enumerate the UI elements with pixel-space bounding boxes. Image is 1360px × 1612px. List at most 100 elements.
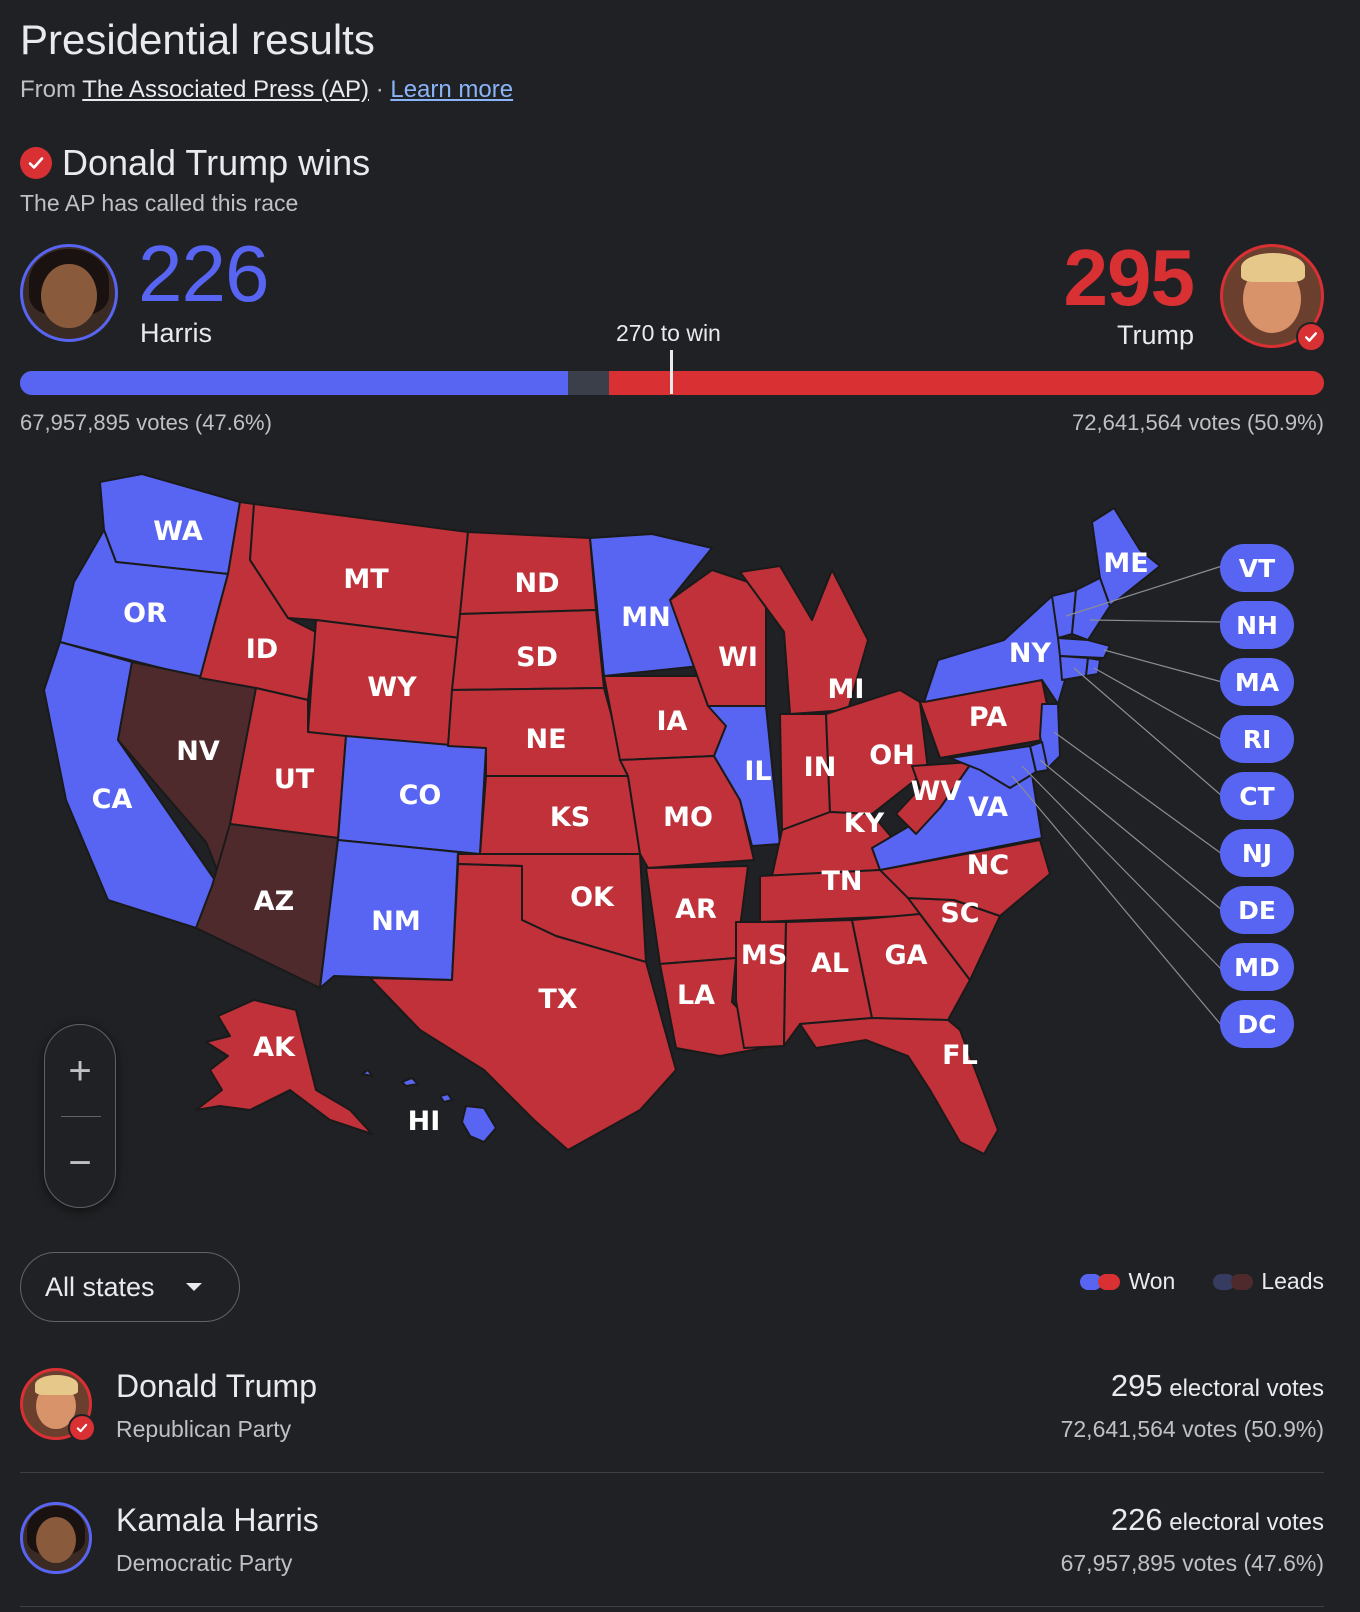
state-AK[interactable] [195,999,373,1135]
harris-popular-vote: 67,957,895 votes (47.6%) [20,410,272,435]
harris-row-popular-vote: 67,957,895 votes (47.6%) [1060,1550,1324,1576]
won-swatch-icon [1080,1273,1121,1290]
label-ID: ID [246,634,278,665]
source-separator: · [375,76,384,103]
svg-text:MD: MD [1234,953,1280,982]
electoral-map[interactable]: WA OR CA NV ID MT WY UT AZ CO NM ND SD N… [0,470,1360,1210]
state-NH[interactable] [1071,577,1111,641]
harris-electoral-votes: 226 [138,229,269,318]
leads-swatch-icon [1213,1273,1254,1290]
check-icon [20,147,52,179]
state-filter-dropdown[interactable]: All states [20,1252,240,1322]
label-FL: FL [942,1040,978,1071]
label-OK: OK [570,882,615,913]
trump-winner-check-icon [1296,322,1326,352]
pill-VT[interactable]: VT [1220,544,1294,592]
zoom-in-button[interactable]: + [45,1041,115,1101]
learn-more-link[interactable]: Learn more [390,76,513,103]
pill-RI[interactable]: RI [1220,715,1294,763]
zoom-out-button[interactable]: − [45,1133,115,1193]
candidate-row-harris[interactable]: Kamala Harris Democratic Party 226 elect… [20,1502,1324,1612]
trump-full-name: Donald Trump [116,1368,317,1404]
trump-party: Republican Party [116,1416,292,1442]
label-NE: NE [525,724,566,755]
legend-won: Won [1128,1268,1176,1294]
label-NC: NC [967,850,1009,881]
trump-row-check-icon [68,1414,96,1442]
label-TN: TN [821,866,862,897]
label-GA: GA [884,940,927,971]
zoom-control: + − [44,1024,116,1208]
svg-text:VT: VT [1239,554,1275,583]
caret-down-icon [185,1283,202,1291]
results-panel: Presidential results From The Associated… [0,0,1360,1612]
threshold-marker [670,350,673,394]
label-HI: HI [408,1106,441,1137]
label-KY: KY [844,808,885,839]
harris-name: Harris [140,318,212,348]
label-WA: WA [153,516,203,547]
label-UT: UT [274,764,315,795]
label-VA: VA [968,792,1008,823]
label-AZ: AZ [254,886,294,917]
pill-DE[interactable]: DE [1220,886,1294,934]
state-RI[interactable] [1085,657,1101,677]
pill-CT[interactable]: CT [1220,772,1294,820]
winner-headline: Donald Trump wins [20,142,370,184]
svg-text:DC: DC [1237,1010,1276,1039]
label-CO: CO [399,780,442,811]
legend-leads: Leads [1261,1268,1324,1294]
label-LA: LA [677,980,715,1011]
pill-MA[interactable]: MA [1220,658,1294,706]
label-KS: KS [550,802,590,833]
svg-text:NH: NH [1236,611,1278,640]
page-title: Presidential results [20,16,375,63]
harris-bar-segment [20,371,568,395]
label-CA: CA [92,784,133,815]
zoom-divider [61,1116,101,1117]
label-ND: ND [514,568,559,599]
candidate-row-trump[interactable]: Donald Trump Republican Party 295 electo… [20,1368,1324,1502]
label-NM: NM [371,906,420,937]
race-called-text: The AP has called this race [20,190,299,216]
state-MA[interactable] [1057,637,1111,659]
harris-full-name: Kamala Harris [116,1502,319,1538]
harris-party: Democratic Party [116,1550,293,1576]
label-AR: AR [675,894,717,925]
trump-electoral-summary: 295 electoral votes [1110,1368,1324,1403]
row-divider [20,1606,1324,1607]
winner-text: Donald Trump wins [62,142,371,183]
pill-MD[interactable]: MD [1220,943,1294,991]
source-link[interactable]: The Associated Press (AP) [82,76,369,103]
svg-text:NJ: NJ [1242,839,1272,868]
svg-text:CT: CT [1239,782,1274,811]
state-FL[interactable] [799,1017,999,1155]
svg-text:RI: RI [1243,725,1272,754]
map-legend: Won Leads [1080,1268,1324,1295]
label-NY: NY [1009,638,1052,669]
pill-DC[interactable]: DC [1220,1000,1294,1048]
harris-avatar[interactable] [20,244,118,342]
label-IL: IL [744,756,771,787]
source-line: From The Associated Press (AP) · Learn m… [20,76,513,104]
trump-electoral-votes: 295 [1063,233,1195,322]
pill-NH[interactable]: NH [1220,601,1294,649]
pill-NJ[interactable]: NJ [1220,829,1294,877]
source-prefix: From [20,76,76,103]
small-state-pills[interactable]: VT NH MA RI CT NJ DE MD DC [1220,544,1294,1048]
threshold-label: 270 to win [616,320,721,346]
label-TX: TX [538,984,577,1015]
trump-name: Trump [1116,320,1194,350]
label-MO: MO [663,802,713,833]
label-SD: SD [516,642,558,673]
label-SC: SC [940,898,979,929]
label-IA: IA [657,706,688,737]
label-AK: AK [253,1032,296,1063]
label-NV: NV [176,736,220,767]
label-ME: ME [1103,548,1148,579]
state-filter-value: All states [45,1271,155,1302]
svg-text:DE: DE [1238,896,1276,925]
label-IN: IN [804,752,837,783]
label-MS: MS [741,940,787,971]
label-PA: PA [969,702,1007,733]
